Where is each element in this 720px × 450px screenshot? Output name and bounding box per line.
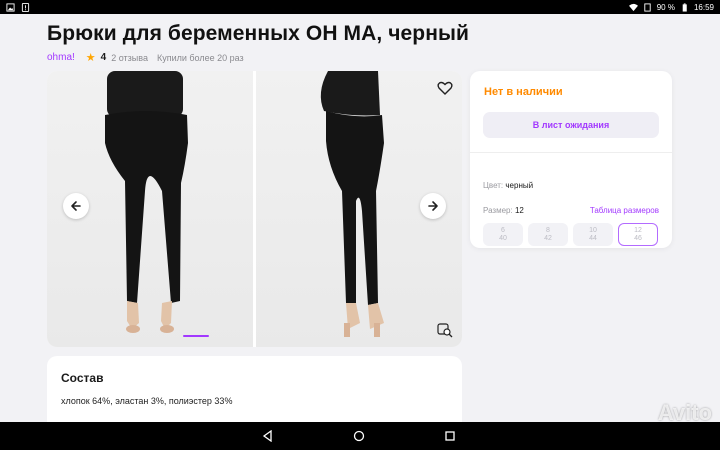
product-meta: ohma! ★ 4 2 отзыва Купили более 20 раз	[47, 51, 244, 64]
home-icon[interactable]	[353, 430, 365, 442]
size-table-link[interactable]: Таблица размеров	[590, 206, 659, 215]
android-nav-bar	[0, 422, 720, 450]
size-top: 8	[546, 226, 550, 234]
size-top: 6	[501, 226, 505, 234]
product-photo-front[interactable]	[47, 71, 253, 347]
image-search-icon[interactable]	[437, 322, 453, 338]
rating-value: 4	[100, 52, 107, 63]
arrow-right-icon	[428, 201, 438, 211]
image-notification-icon	[6, 2, 15, 12]
product-page: Брюки для беременных OH MA, черный ohma!…	[0, 14, 720, 436]
composition-heading: Состав	[61, 371, 104, 385]
product-photo-side[interactable]	[256, 71, 462, 347]
size-option[interactable]: 8 42	[528, 223, 568, 246]
brand-link[interactable]: ohma!	[47, 52, 75, 63]
stock-status: Нет в наличии	[484, 86, 563, 98]
size-row: Размер: 12	[483, 206, 524, 215]
composition-text: хлопок 64%, эластан 3%, полиэстер 33%	[61, 396, 233, 406]
gallery-indicator	[183, 335, 209, 337]
waitlist-button[interactable]: В лист ожидания	[483, 112, 659, 138]
purchase-count: Купили более 20 раз	[156, 52, 244, 63]
status-bar: 90 % 16:59	[0, 0, 720, 14]
star-icon: ★	[85, 52, 96, 64]
clock: 16:59	[693, 2, 714, 12]
size-top: 10	[589, 226, 597, 234]
size-bottom: 46	[634, 234, 642, 242]
wifi-icon	[628, 3, 638, 11]
size-option[interactable]: 10 44	[573, 223, 613, 246]
color-label: Цвет:	[483, 181, 504, 190]
color-row: Цвет: черный	[483, 181, 533, 190]
favorite-heart-icon[interactable]	[436, 79, 454, 97]
next-photo-button[interactable]	[420, 193, 446, 219]
sim-icon	[644, 2, 651, 12]
divider	[470, 152, 672, 153]
buy-box: Нет в наличии В лист ожидания Цвет: черн…	[470, 71, 672, 248]
size-bottom: 40	[499, 234, 507, 242]
battery-percent: 90 %	[656, 2, 675, 12]
size-option[interactable]: 6 40	[483, 223, 523, 246]
product-gallery[interactable]	[47, 71, 462, 347]
alert-notification-icon	[21, 2, 30, 12]
back-icon[interactable]	[262, 430, 274, 442]
product-title: Брюки для беременных OH MA, черный	[47, 22, 470, 45]
size-value: 12	[514, 206, 524, 215]
size-bottom: 44	[589, 234, 597, 242]
reviews-link[interactable]: 2 отзыва	[111, 53, 148, 63]
color-value: черный	[505, 181, 534, 190]
size-selector: 6 40 8 42 10 44 12 46	[483, 223, 658, 246]
size-top: 12	[634, 226, 642, 234]
size-label: Размер:	[483, 206, 513, 215]
prev-photo-button[interactable]	[63, 193, 89, 219]
arrow-left-icon	[71, 201, 81, 211]
battery-icon	[682, 2, 687, 12]
size-bottom: 42	[544, 234, 552, 242]
size-option-selected[interactable]: 12 46	[618, 223, 658, 246]
recent-apps-icon[interactable]	[444, 430, 456, 442]
